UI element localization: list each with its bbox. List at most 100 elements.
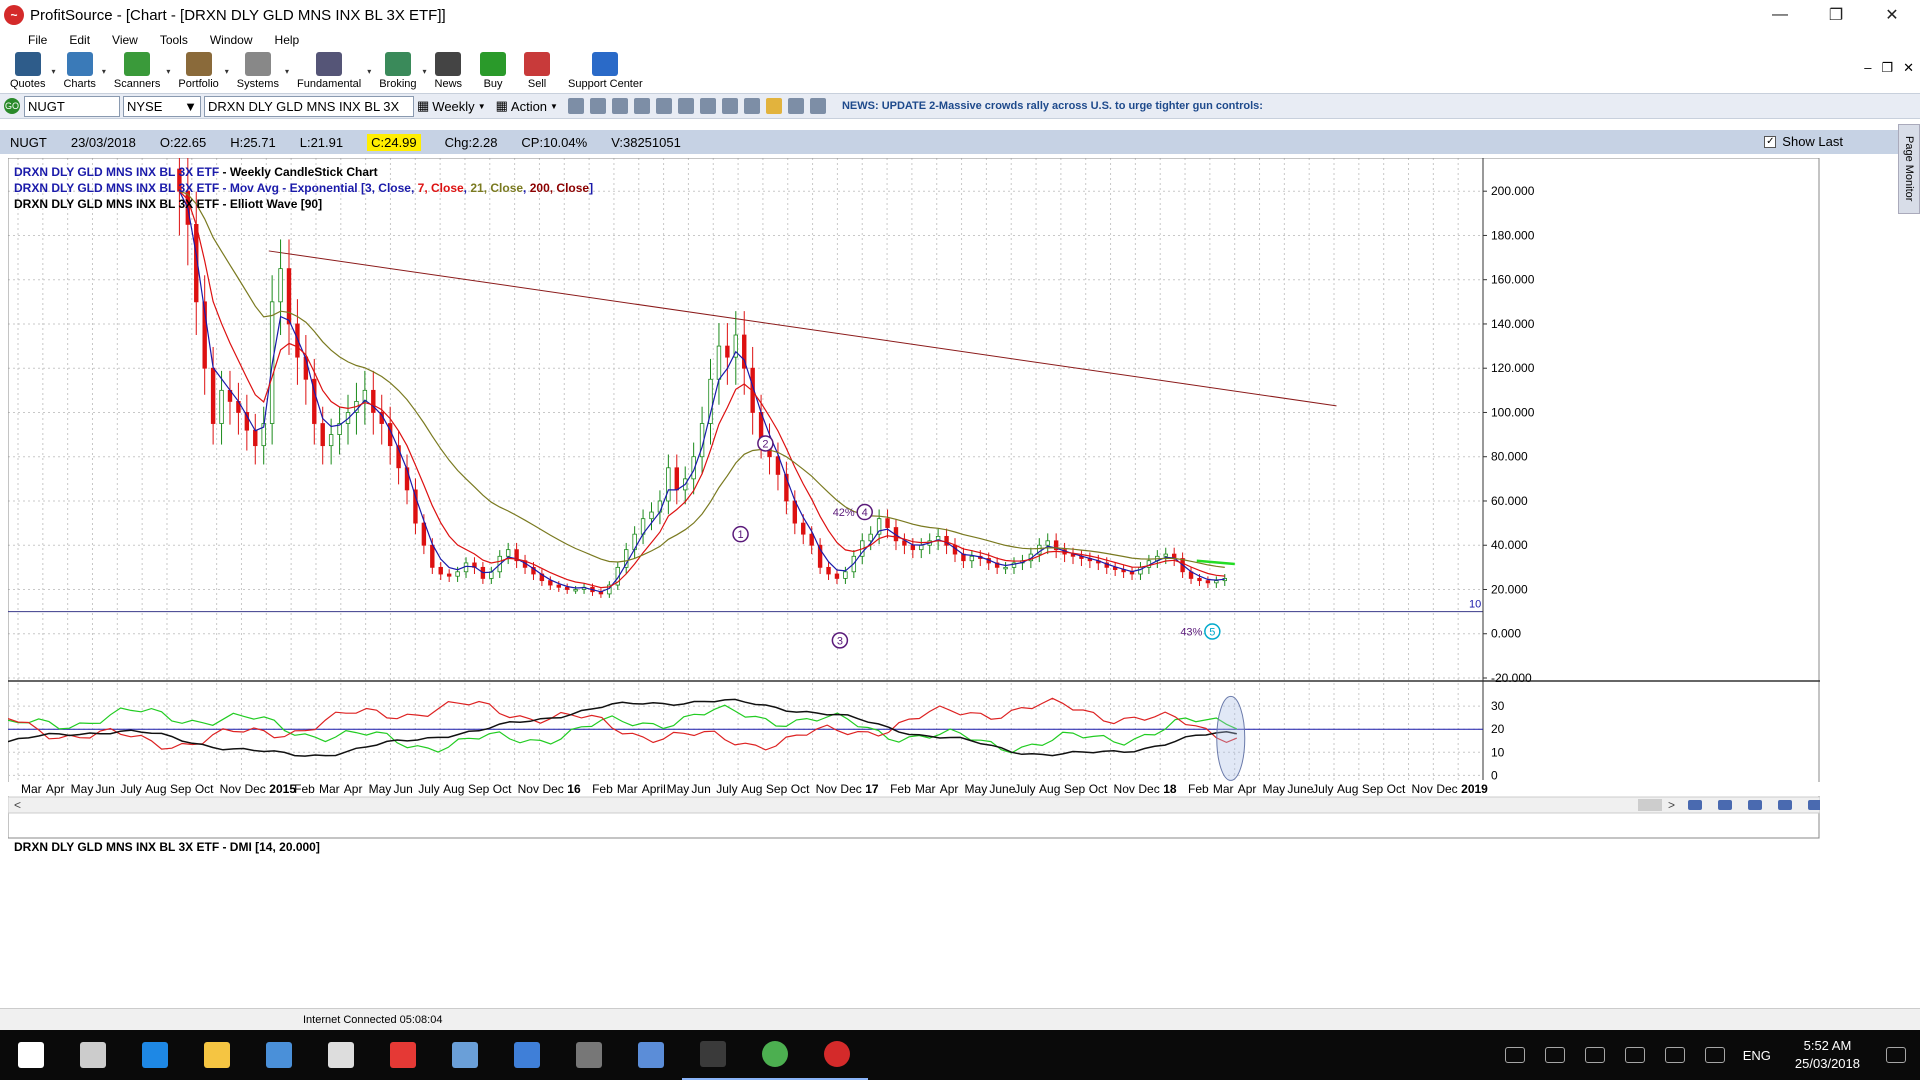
horizontal-scrollbar[interactable]	[7, 796, 1821, 814]
language-indicator[interactable]: ENG	[1743, 1048, 1771, 1063]
action-dropdown[interactable]: ▦ Action ▼	[496, 98, 558, 114]
minimize-button[interactable]: —	[1752, 0, 1808, 30]
highlight-ellipse[interactable]	[1216, 695, 1246, 781]
star-icon[interactable]	[765, 98, 782, 114]
notification-icon[interactable]	[1886, 1047, 1906, 1063]
edge-icon[interactable]	[124, 1030, 186, 1080]
toolbar-charts-button[interactable]: Charts	[63, 52, 96, 92]
close-button[interactable]: ✕	[1864, 0, 1920, 30]
chevron-down-icon[interactable]: ▾	[367, 67, 371, 76]
end-icon[interactable]	[1808, 800, 1822, 810]
pan-icon[interactable]	[1778, 800, 1792, 810]
people-icon[interactable]	[1504, 1047, 1525, 1063]
template-icon[interactable]	[655, 98, 672, 114]
toolbar-fundamental-button[interactable]: Fundamental	[297, 52, 361, 92]
chevron-down-icon[interactable]: ▾	[225, 67, 229, 76]
exchange-select[interactable]: NYSE ▼	[123, 95, 201, 117]
scan-icon[interactable]	[809, 98, 826, 114]
windows-taskbar: ENG 5:52 AM 25/03/2018	[0, 1030, 1920, 1080]
toolbar-news-button[interactable]: News	[435, 52, 462, 92]
menu-file[interactable]: File	[28, 33, 47, 47]
paint-icon[interactable]	[434, 1030, 496, 1080]
chevron-down-icon[interactable]: ▾	[423, 67, 427, 76]
toolbar-broking-button[interactable]: Broking	[379, 52, 417, 92]
ma-21-line[interactable]	[179, 190, 1225, 568]
volume-icon[interactable]	[1664, 1047, 1685, 1063]
crosshair-icon[interactable]	[589, 98, 606, 114]
candle	[556, 584, 561, 588]
x-axis-tick-label: Sep	[468, 782, 490, 796]
menu-window[interactable]: Window	[210, 33, 253, 47]
toolbar-sell-button[interactable]: Sell	[524, 52, 551, 92]
profitsource-icon[interactable]	[806, 1030, 868, 1080]
menu-help[interactable]: Help	[275, 33, 300, 47]
page-monitor-tab[interactable]: Page Monitor	[1898, 124, 1920, 214]
go-icon[interactable]: GO	[4, 98, 20, 114]
windows-start-icon[interactable]	[0, 1030, 62, 1080]
dmi-minus-di-line[interactable]	[7, 697, 1238, 751]
candle	[1045, 540, 1050, 546]
candle	[674, 467, 679, 491]
chevron-down-icon[interactable]: ▾	[102, 67, 106, 76]
zoom-in-icon[interactable]	[1718, 800, 1732, 810]
zoom-out-icon[interactable]	[1688, 800, 1702, 810]
menu-edit[interactable]: Edit	[69, 33, 90, 47]
chevron-down-icon[interactable]: ▾	[51, 67, 55, 76]
restore-button[interactable]: ❐	[1808, 0, 1864, 30]
clock[interactable]: 5:52 AM 25/03/2018	[1795, 1037, 1860, 1073]
pen-icon[interactable]	[1704, 1047, 1725, 1063]
go-icon[interactable]	[682, 1030, 744, 1080]
security-name-field[interactable]: DRXN DLY GLD MNS INX BL 3X	[204, 95, 414, 117]
wave-icon[interactable]	[699, 98, 716, 114]
ma-7-line[interactable]	[178, 190, 1225, 589]
menu-tools[interactable]: Tools	[160, 33, 188, 47]
y-axis-tick-label: 0.000	[1491, 627, 1521, 641]
menu-view[interactable]: View	[112, 33, 138, 47]
paint-glyph	[452, 1042, 478, 1068]
scanners-icon	[124, 52, 151, 76]
camera-icon[interactable]	[558, 1030, 620, 1080]
toolbar-systems-button[interactable]: Systems	[237, 52, 279, 92]
period-dropdown[interactable]: ▦ Weekly ▼	[417, 98, 486, 114]
symbol-input[interactable]	[24, 95, 120, 117]
toolbar-portfolio-button[interactable]: Portfolio	[178, 52, 219, 92]
drawing-tool-icon[interactable]	[567, 98, 584, 114]
store-icon[interactable]	[248, 1030, 310, 1080]
wifi-icon[interactable]	[1584, 1047, 1605, 1063]
bulb-icon[interactable]	[721, 98, 738, 114]
scroll-thumb[interactable]	[1638, 799, 1662, 811]
task-view-icon[interactable]	[62, 1030, 124, 1080]
tools-icon[interactable]	[677, 98, 694, 114]
zoom-icon[interactable]	[611, 98, 628, 114]
ma-3-line[interactable]	[178, 190, 1225, 593]
resistance-trendline[interactable]	[268, 250, 1337, 407]
scroll-left-icon[interactable]: <	[14, 798, 21, 812]
news-ticker[interactable]: NEWS: UPDATE 2-Massive crowds rally acro…	[842, 100, 1263, 112]
dmi-adx-line[interactable]	[7, 698, 1237, 757]
chrome-icon[interactable]	[744, 1030, 806, 1080]
battery-icon[interactable]	[1624, 1047, 1645, 1063]
trade-icon[interactable]	[787, 98, 804, 114]
indicator-icon[interactable]	[633, 98, 650, 114]
file-explorer-icon[interactable]	[186, 1030, 248, 1080]
toolbar-scanners-button[interactable]: Scanners	[114, 52, 160, 92]
toolbar-support-center-button[interactable]: Support Center	[568, 52, 643, 92]
print-icon[interactable]	[743, 98, 760, 114]
toolbar-buy-button[interactable]: Buy	[480, 52, 507, 92]
chevron-up-icon[interactable]	[1544, 1047, 1565, 1063]
price-chart-svg[interactable]: 10 123442%543% 200.000180.000160.000140.…	[7, 131, 1882, 998]
remote-desktop-icon[interactable]	[620, 1030, 682, 1080]
chart-panel[interactable]: 10 1 2 3 4 42% 5 43% 200.000 180.000 160.000 140.…	[7, 131, 1882, 998]
defender-icon[interactable]	[496, 1030, 558, 1080]
kaspersky-icon[interactable]	[372, 1030, 434, 1080]
show-last-toggle[interactable]: ✓ Show Last	[1764, 134, 1843, 149]
dmi-tick-label: 20	[1491, 722, 1505, 736]
show-last-checkbox[interactable]: ✓	[1764, 135, 1777, 148]
fit-icon[interactable]	[1748, 800, 1762, 810]
chevron-down-icon[interactable]: ▾	[285, 67, 289, 76]
scroll-right-icon[interactable]: >	[1668, 798, 1675, 812]
calculator-icon[interactable]	[310, 1030, 372, 1080]
chevron-down-icon[interactable]: ▾	[166, 67, 170, 76]
toolbar-quotes-button[interactable]: Quotes	[10, 52, 45, 92]
x-axis-tick-label: Oct	[791, 782, 810, 796]
